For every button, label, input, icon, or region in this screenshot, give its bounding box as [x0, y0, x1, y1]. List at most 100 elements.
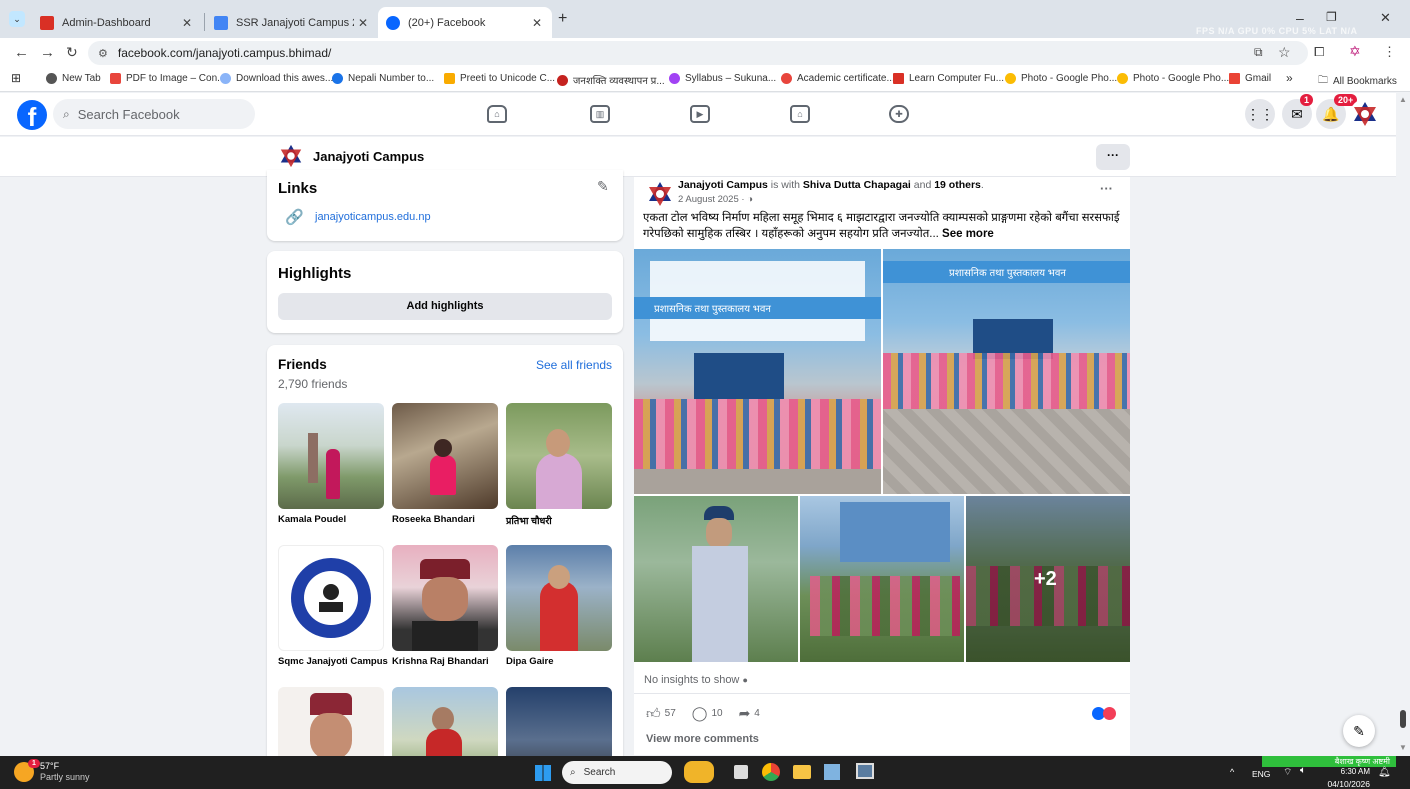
back-arrow-icon[interactable]: ←: [14, 44, 29, 61]
bookmark-pdf-to-image[interactable]: PDF to Image – Con...: [110, 73, 226, 84]
friend-tile[interactable]: Kamala Poudel: [278, 403, 384, 525]
page-scrollbar[interactable]: ▲ ▼: [1396, 93, 1410, 756]
scrollbar-thumb[interactable]: [1400, 710, 1406, 728]
forward-arrow-icon[interactable]: →: [40, 44, 55, 61]
network-app-icon[interactable]: [824, 764, 840, 780]
bookmark-google-photos-1[interactable]: Photo - Google Pho...: [1005, 73, 1117, 84]
page-more-button[interactable]: ···: [1096, 144, 1130, 170]
share-icon[interactable]: ➦: [739, 705, 751, 722]
tagged-person-link[interactable]: Shiva Dutta Chapagai: [803, 179, 911, 191]
search-icon: ⌕: [570, 767, 576, 778]
facebook-search-input[interactable]: ⌕ Search Facebook: [53, 99, 255, 129]
tab-search-chevron-icon[interactable]: ⌄: [9, 11, 25, 27]
wifi-icon[interactable]: ⌔: [1283, 766, 1292, 779]
close-tab-icon[interactable]: ✕: [358, 16, 368, 30]
reaction-icons[interactable]: [1092, 707, 1116, 720]
info-icon[interactable]: ●: [742, 675, 747, 685]
dashboard-icon[interactable]: ▥: [590, 105, 610, 123]
close-tab-icon[interactable]: ✕: [182, 16, 192, 30]
bookmark-nepali-number[interactable]: Nepali Number to...: [332, 73, 434, 84]
scroll-down-arrow-icon[interactable]: ▼: [1399, 743, 1407, 752]
post-options-icon[interactable]: ···: [1100, 181, 1113, 196]
friend-tile[interactable]: Sqmc Janajyoti Campus: [278, 545, 388, 667]
edit-pencil-icon[interactable]: ✎: [597, 178, 609, 195]
tab-ssr-document[interactable]: SSR Janajyoti Campus 2082.do ✕: [206, 7, 378, 38]
site-info-icon[interactable]: ⚙: [98, 47, 108, 60]
friend-tile[interactable]: Roseeka Bhandari: [392, 403, 498, 525]
marketplace-icon[interactable]: ⌂: [790, 105, 810, 123]
bookmark-preeti[interactable]: Preeti to Unicode C...: [444, 73, 555, 84]
gaming-icon[interactable]: ✚: [889, 105, 909, 123]
tagged-others-link[interactable]: 19 others: [934, 179, 981, 191]
browser-menu-icon[interactable]: ⋮: [1383, 44, 1396, 60]
post-photo[interactable]: [634, 496, 798, 662]
bookmark-janashakti[interactable]: जनशक्ति व्यवस्थापन प्र...: [557, 73, 665, 87]
bookmark-google-photos-2[interactable]: Photo - Google Pho...: [1117, 73, 1229, 84]
view-more-comments-link[interactable]: View more comments: [646, 733, 759, 745]
chrome-taskbar-icon[interactable]: [762, 763, 780, 781]
notification-bell-icon[interactable]: 🔔︎: [1378, 767, 1391, 778]
friend-tile[interactable]: Krishna Raj Bhandari: [392, 545, 498, 667]
apps-grid-icon[interactable]: ⊞: [11, 71, 21, 85]
bookmark-gmail[interactable]: Gmail: [1229, 73, 1271, 84]
perf-overlay-status: FPS N/A GPU 0% CPU 5% LAT N/A: [1196, 26, 1358, 36]
new-message-button[interactable]: ✎: [1343, 715, 1375, 747]
language-indicator[interactable]: ENG: [1252, 769, 1270, 779]
close-tab-icon[interactable]: ✕: [532, 16, 542, 30]
bookmark-new-tab[interactable]: New Tab: [46, 73, 101, 84]
bookmark-star-icon[interactable]: ☆: [1278, 44, 1291, 61]
install-app-icon[interactable]: ⧉: [1254, 45, 1263, 60]
see-more-link[interactable]: See more: [942, 228, 994, 240]
bookmark-syllabus[interactable]: Syllabus – Sukuna...: [669, 73, 776, 84]
profile-avatar-icon[interactable]: ✡: [1349, 43, 1361, 60]
bookmark-learn-computer[interactable]: Learn Computer Fu...: [893, 73, 1004, 84]
comment-icon[interactable]: ◯: [692, 705, 708, 722]
windows-start-icon[interactable]: [535, 765, 551, 781]
account-avatar[interactable]: [1350, 99, 1380, 129]
video-icon[interactable]: ▶: [690, 105, 710, 123]
widgets-icon[interactable]: [684, 761, 714, 783]
post-photo[interactable]: प्रशासनिक तथा पुस्तकालय भवन: [883, 249, 1130, 494]
show-hidden-icons[interactable]: ^: [1230, 767, 1234, 777]
file-explorer-icon[interactable]: [793, 765, 811, 779]
post-photo[interactable]: [800, 496, 964, 662]
taskbar-search[interactable]: ⌕ Search: [562, 761, 672, 784]
add-highlights-button[interactable]: Add highlights: [278, 293, 612, 320]
post-photo-more[interactable]: +2: [966, 496, 1130, 662]
address-bar[interactable]: ⚙ facebook.com/janajyoti.campus.bhimad/: [88, 41, 1308, 65]
facebook-logo-icon[interactable]: f: [17, 100, 47, 130]
minimize-window-icon[interactable]: –: [1296, 10, 1304, 26]
all-bookmarks-button[interactable]: 🗀 All Bookmarks: [1318, 73, 1397, 90]
page-title[interactable]: Janajyoti Campus: [313, 149, 424, 164]
friend-tile[interactable]: Dipa Gaire: [506, 545, 612, 667]
post-date-link[interactable]: 2 August 2025 ·: [678, 194, 747, 205]
post-author-link[interactable]: Janajyoti Campus: [678, 179, 768, 191]
post-photo[interactable]: प्रशासनिक तथा पुस्तकालय भवन: [634, 249, 881, 494]
extensions-icon[interactable]: ⧠: [1314, 44, 1324, 60]
friend-tile[interactable]: [392, 687, 498, 765]
photos-app-icon[interactable]: [856, 763, 874, 779]
clock[interactable]: 6:30 AM 04/10/2026: [1322, 767, 1370, 789]
tab-facebook[interactable]: (20+) Facebook ✕: [378, 7, 552, 38]
bookmark-academic-certificate[interactable]: Academic certificate...: [781, 73, 895, 84]
friend-tile[interactable]: प्रतिभा चौधरी: [506, 403, 612, 527]
scroll-up-arrow-icon[interactable]: ▲: [1399, 95, 1407, 104]
tab-admin-dashboard[interactable]: Admin-Dashboard ✕: [32, 7, 202, 38]
like-icon[interactable]: 👍︎: [646, 705, 661, 722]
bookmarks-overflow-button[interactable]: »: [1286, 71, 1293, 85]
see-all-friends-link[interactable]: See all friends: [536, 358, 612, 372]
friend-tile[interactable]: [278, 687, 384, 765]
reload-icon[interactable]: ↻: [66, 44, 78, 61]
website-link[interactable]: janajyoticampus.edu.np: [315, 211, 431, 223]
home-icon[interactable]: ⌂: [487, 105, 507, 123]
task-view-icon[interactable]: [734, 765, 748, 779]
chrome-icon: [46, 73, 57, 84]
seal-icon: [557, 74, 568, 86]
close-window-icon[interactable]: ✕: [1380, 10, 1391, 26]
menu-grid-button[interactable]: ⋮⋮: [1245, 99, 1275, 129]
weather-widget[interactable]: 1 57°F Partly sunny: [14, 759, 90, 783]
bookmark-download[interactable]: Download this awes...: [220, 73, 333, 84]
friend-tile[interactable]: [506, 687, 612, 765]
new-tab-button[interactable]: +: [558, 10, 567, 28]
restore-window-icon[interactable]: ❐: [1326, 10, 1337, 24]
